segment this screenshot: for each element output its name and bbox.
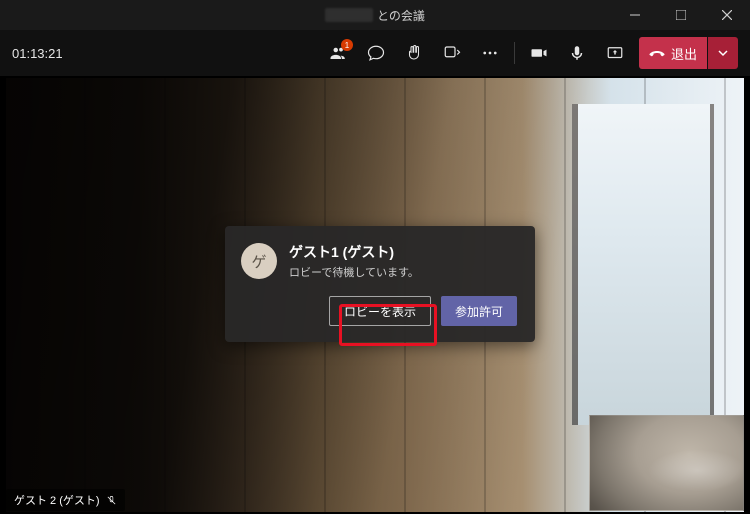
leave-dropdown[interactable] (708, 37, 738, 69)
admit-button[interactable]: 参加許可 (441, 296, 517, 326)
maximize-icon (676, 10, 686, 20)
titlebar: との会議 (0, 0, 750, 30)
rooms-button[interactable] (434, 35, 470, 71)
maximize-button[interactable] (658, 0, 704, 30)
participant-name-tag: ゲスト 2 (ゲスト) (6, 489, 125, 511)
toolbar-separator (514, 42, 515, 64)
avatar: ゲ (241, 243, 277, 279)
meeting-toolbar: 01:13:21 1 (0, 30, 750, 76)
lobby-status-text: ロビーで待機しています。 (289, 264, 419, 280)
window-controls (612, 0, 750, 30)
raise-hand-icon (405, 44, 423, 62)
leave-button[interactable]: 退出 (639, 37, 707, 69)
camera-icon (530, 44, 548, 62)
title-suffix: との会議 (377, 7, 425, 24)
minimize-button[interactable] (612, 0, 658, 30)
mic-button[interactable] (559, 35, 595, 71)
muted-mic-icon (106, 495, 117, 506)
leave-label: 退出 (671, 44, 697, 63)
call-timer: 01:13:21 (12, 46, 63, 61)
reactions-button[interactable] (396, 35, 432, 71)
minimize-icon (630, 10, 640, 20)
chat-button[interactable] (358, 35, 394, 71)
microphone-icon (568, 44, 586, 62)
share-button[interactable] (597, 35, 633, 71)
breakout-rooms-icon (443, 44, 461, 62)
share-screen-icon (606, 44, 624, 62)
leave-group: 退出 (639, 37, 738, 69)
ellipsis-icon (481, 44, 499, 62)
guest-name: ゲスト1 (ゲスト) (289, 242, 419, 262)
view-lobby-button[interactable]: ロビーを表示 (329, 296, 431, 326)
lobby-notification: ゲ ゲスト1 (ゲスト) ロビーで待機しています。 ロビーを表示 参加許可 (225, 226, 535, 342)
camera-button[interactable] (521, 35, 557, 71)
chevron-down-icon (718, 48, 728, 58)
meeting-window: との会議 01:13:21 1 (0, 0, 750, 514)
participant-name: ゲスト 2 (ゲスト) (14, 492, 100, 508)
participants-badge: 1 (341, 39, 353, 51)
self-view[interactable] (589, 415, 744, 511)
participants-button[interactable]: 1 (320, 35, 356, 71)
chat-icon (367, 44, 385, 62)
video-stage: ゲ ゲスト1 (ゲスト) ロビーで待機しています。 ロビーを表示 参加許可 ゲス… (0, 76, 750, 514)
close-icon (722, 10, 732, 20)
hang-up-icon (649, 45, 665, 61)
more-actions-button[interactable] (472, 35, 508, 71)
close-button[interactable] (704, 0, 750, 30)
title-blurred-name (325, 8, 373, 22)
